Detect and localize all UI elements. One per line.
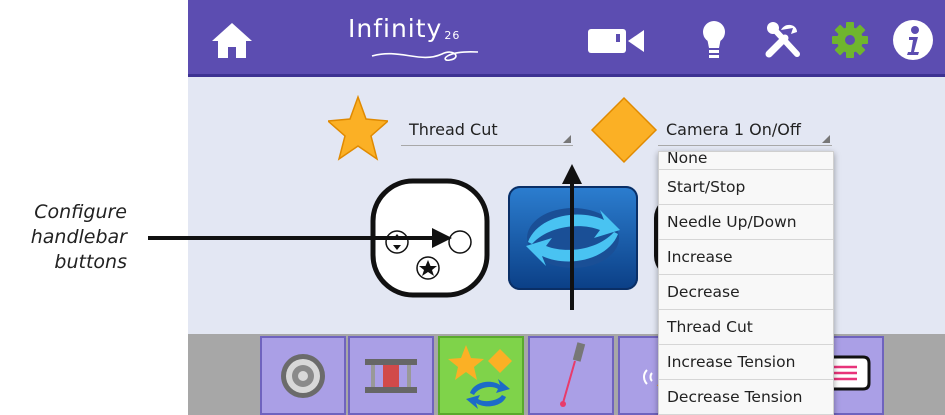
brand-name: Infinity [348,14,443,43]
swap-button[interactable] [508,186,638,290]
dropdown-option[interactable]: Thread Cut [659,310,833,345]
button-function-dropdown[interactable]: None Start/Stop Needle Up/Down Increase … [658,151,834,415]
diamond-icon[interactable] [590,96,658,164]
callout-label: Configure handlebar buttons [31,200,127,275]
gear-icon[interactable] [828,18,872,62]
spool-icon [365,358,417,393]
callout-line-2: handlebar [30,226,127,248]
dropdown-arrow-icon [563,135,571,143]
tab-spool[interactable] [348,336,434,415]
dropdown-option[interactable]: Start/Stop [659,170,833,205]
info-icon[interactable] [891,18,935,62]
dropdown-option[interactable]: Decrease [659,275,833,310]
dropdown-option[interactable]: Increase [659,240,833,275]
light-bulb-icon[interactable] [692,18,736,62]
laser-icon [560,341,586,407]
callout-line-1: Configure [34,201,127,223]
top-bar: Infinity 26 [188,0,945,77]
dropdown-option[interactable]: Decrease Tension [659,380,833,415]
tab-laser[interactable] [528,336,614,415]
slot1-select[interactable]: Thread Cut [401,115,573,146]
home-icon[interactable] [210,18,254,62]
callout-line-3: buttons [54,251,127,273]
tab-bobbin[interactable] [260,336,346,415]
brand-logo: Infinity 26 [348,14,460,43]
device-screen: Infinity 26 Thread Cut Camera 1 On/Off N… [188,0,945,415]
slot1-value: Thread Cut [409,120,498,139]
dropdown-option[interactable]: None [659,152,833,170]
bobbin-icon [281,353,325,398]
brand-swirl-icon [371,51,479,61]
brand-suffix: 26 [444,29,461,42]
dropdown-option[interactable]: Increase Tension [659,345,833,380]
dropdown-arrow-icon [822,135,830,143]
tab-handlebar-config[interactable] [438,336,524,415]
handlebar-diagram [370,178,490,298]
video-camera-icon[interactable] [586,18,646,62]
slot2-value: Camera 1 On/Off [666,120,801,139]
slot2-select[interactable]: Camera 1 On/Off [658,115,832,146]
tools-icon[interactable] [761,18,805,62]
dropdown-option[interactable]: Needle Up/Down [659,205,833,240]
handlebar-config-icon [448,344,512,409]
star-icon[interactable] [328,95,388,163]
